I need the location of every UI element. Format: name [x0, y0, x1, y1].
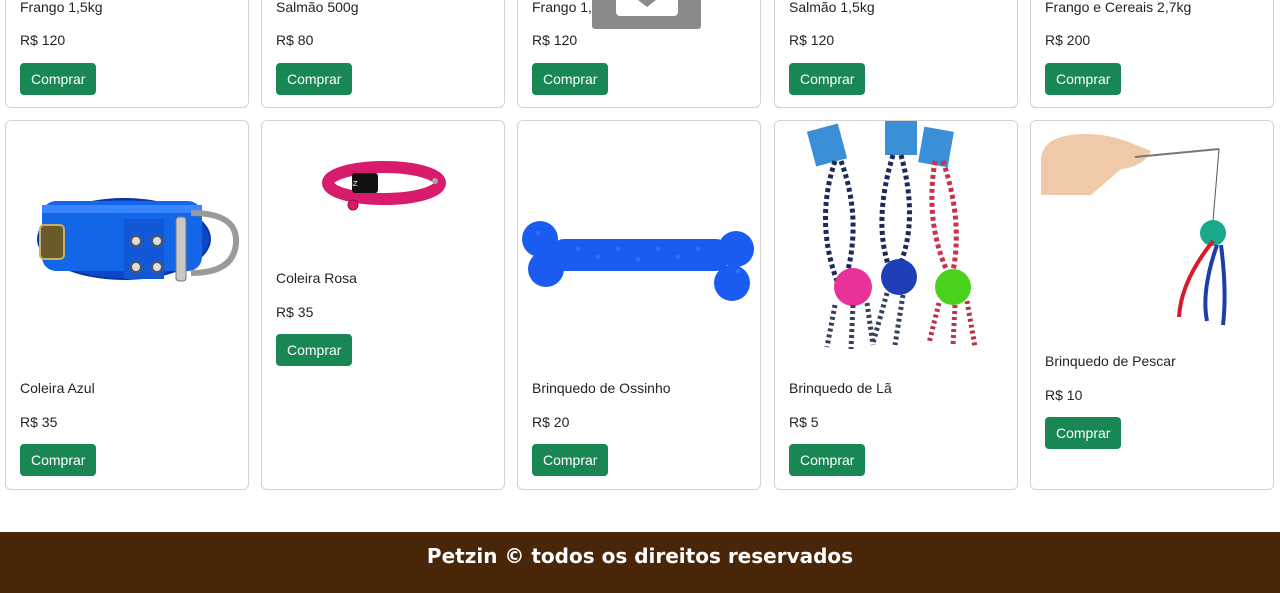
product-name: Brinquedo de Lã [789, 380, 892, 396]
buy-button[interactable]: Comprar [276, 334, 353, 366]
product-card: Brinquedo de Pescar R$ 10 Comprar [1030, 120, 1274, 490]
footer: Petzin © todos os direitos reservados [0, 532, 1280, 593]
product-price: R$ 10 [1045, 387, 1083, 403]
product-price: R$ 120 [789, 32, 835, 48]
buy-button[interactable]: Comprar [789, 444, 866, 476]
blue-dog-collar-icon [37, 198, 240, 282]
pink-cat-collar-icon: ROGZ [322, 161, 446, 211]
rope-ball-toys-icon [806, 121, 978, 350]
product-card: Coleira Azul R$ 35 Comprar [5, 120, 249, 490]
product-price: R$ 200 [1045, 32, 1091, 48]
product-image [6, 121, 248, 371]
product-card: ROGZ Coleira Rosa R$ 35 Comprar [261, 120, 505, 490]
product-name: Frango 1,5kg [20, 0, 103, 15]
buy-button[interactable]: Comprar [1045, 417, 1122, 449]
cat-fishing-wand-toy-icon [1041, 134, 1227, 326]
product-name: Brinquedo de Pescar [1045, 353, 1176, 369]
buy-button[interactable]: Comprar [1045, 63, 1122, 95]
product-price: R$ 5 [789, 414, 819, 430]
product-card: Salmão 500g R$ 80 Comprar [261, 0, 505, 108]
buy-button[interactable]: Comprar [532, 444, 609, 476]
product-card: Brinquedo de Lã R$ 5 Comprar [774, 120, 1018, 490]
product-price: R$ 35 [20, 414, 58, 430]
buy-button[interactable]: Comprar [20, 63, 97, 95]
product-name: Salmão 1,5kg [789, 0, 875, 15]
blue-bone-toy-icon [522, 221, 754, 301]
product-name: Frango e Cereais 2,7kg [1045, 0, 1192, 15]
product-name: Coleira Rosa [276, 270, 357, 286]
floating-toggle[interactable] [592, 0, 701, 29]
product-card: Frango 1,5kg R$ 120 Comprar [5, 0, 249, 108]
product-name: Brinquedo de Ossinho [532, 380, 671, 396]
product-price: R$ 35 [276, 304, 314, 320]
product-price: R$ 20 [532, 414, 570, 430]
buy-button[interactable]: Comprar [20, 444, 97, 476]
product-name: Salmão 500g [276, 0, 359, 15]
buy-button[interactable]: Comprar [789, 63, 866, 95]
buy-button[interactable]: Comprar [532, 63, 609, 95]
product-card: Brinquedo de Ossinho R$ 20 Comprar [517, 120, 761, 490]
product-image [1031, 121, 1273, 346]
toggle-tab [616, 0, 678, 16]
product-card: Salmão 1,5kg R$ 120 Comprar [774, 0, 1018, 108]
product-image: ROGZ [262, 121, 504, 261]
product-price: R$ 120 [20, 32, 66, 48]
buy-button[interactable]: Comprar [276, 63, 353, 95]
chevron-down-icon [638, 0, 656, 7]
product-image [518, 121, 760, 371]
footer-copyright: Petzin © todos os direitos reservados [426, 544, 854, 568]
product-image [775, 121, 1017, 371]
product-price: R$ 120 [532, 32, 578, 48]
product-card: Frango e Cereais 2,7kg R$ 200 Comprar [1030, 0, 1274, 108]
product-price: R$ 80 [276, 32, 314, 48]
product-name: Coleira Azul [20, 380, 95, 396]
svg-text:ROGZ: ROGZ [337, 180, 358, 188]
